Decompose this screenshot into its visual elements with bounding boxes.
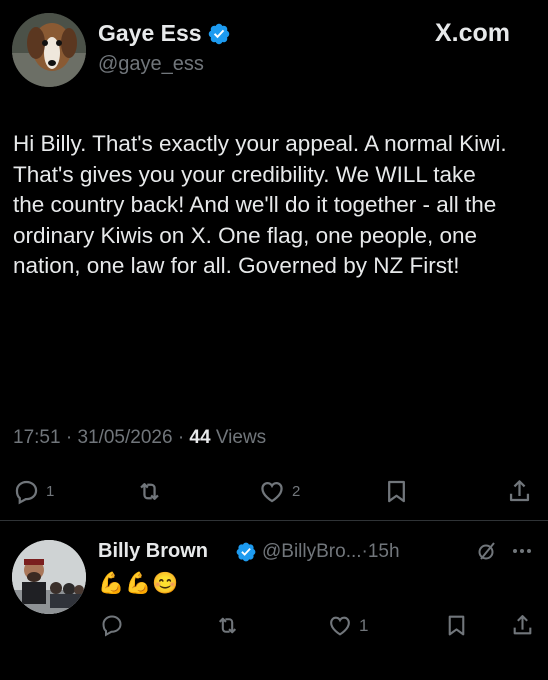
bookmark-button[interactable] xyxy=(383,478,410,505)
tweet-time[interactable]: 17:51 xyxy=(13,427,61,448)
reply-icon xyxy=(13,478,40,505)
views-label[interactable]: Views xyxy=(216,427,266,448)
x-logo: X.com xyxy=(435,19,511,47)
like-button[interactable]: 2 xyxy=(258,478,300,505)
repost-button[interactable] xyxy=(215,613,246,638)
verified-badge-icon xyxy=(207,22,231,46)
reply-button[interactable]: 1 xyxy=(13,478,54,505)
repost-icon xyxy=(136,478,163,505)
reply-button[interactable] xyxy=(100,613,130,637)
share-icon xyxy=(510,613,535,638)
group-photo xyxy=(12,540,86,614)
tweet-meta: 17:51 · 31/05/2026 · 44 Views xyxy=(13,427,266,449)
like-count: 2 xyxy=(292,483,301,500)
tweet-date[interactable]: 31/05/2026 xyxy=(77,427,172,448)
author-handle[interactable]: @gaye_ess xyxy=(98,53,204,76)
reply-icon xyxy=(100,613,124,637)
reply-author-handle[interactable]: @BillyBro... xyxy=(262,541,362,562)
share-icon xyxy=(506,478,533,505)
repost-icon xyxy=(215,613,240,638)
meta-separator: · xyxy=(177,427,185,448)
tweet-text: Hi Billy. That's exactly your appeal. A … xyxy=(13,131,507,278)
share-button[interactable] xyxy=(510,613,535,638)
divider xyxy=(0,520,548,521)
meta-separator: · xyxy=(65,427,73,448)
reply-count: 1 xyxy=(46,483,55,500)
reply-age[interactable]: 15h xyxy=(368,541,400,562)
reply-author-name[interactable]: Billy Brown xyxy=(98,540,208,563)
like-icon xyxy=(327,613,353,638)
grok-icon[interactable] xyxy=(475,539,499,568)
reply-author-avatar[interactable] xyxy=(12,540,86,614)
dog-photo xyxy=(12,13,86,87)
like-count: 1 xyxy=(359,615,369,635)
more-icon[interactable] xyxy=(510,540,534,567)
bookmark-button[interactable] xyxy=(444,613,469,638)
like-icon xyxy=(258,478,286,505)
share-button[interactable] xyxy=(506,478,533,505)
bookmark-icon xyxy=(444,613,469,638)
like-button[interactable]: 1 xyxy=(327,613,368,638)
reply-text: 💪💪😊 xyxy=(98,572,180,595)
views-count[interactable]: 44 xyxy=(189,427,210,448)
repost-button[interactable] xyxy=(136,478,169,505)
verified-badge-icon xyxy=(235,541,257,563)
bookmark-icon xyxy=(383,478,410,505)
reply-meta: @BillyBro...·15h xyxy=(262,541,400,563)
author-name[interactable]: Gaye Ess xyxy=(98,20,202,47)
author-avatar[interactable] xyxy=(12,13,86,87)
